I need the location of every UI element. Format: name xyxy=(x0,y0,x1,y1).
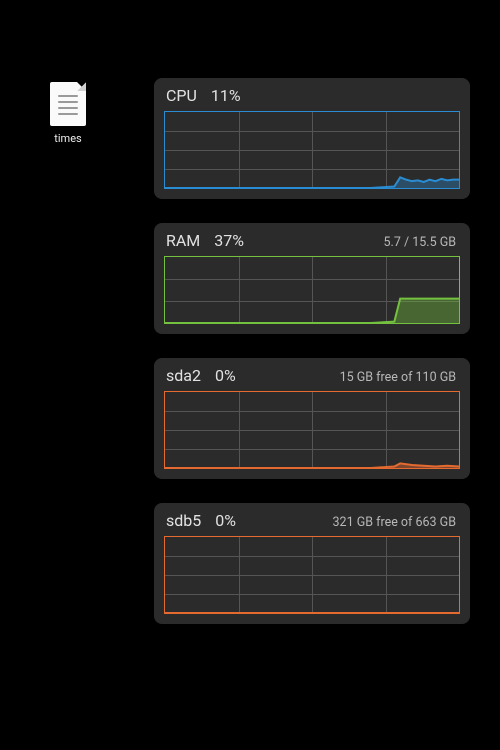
sda2-widget-detail: 15 GB free of 110 GB xyxy=(340,370,460,385)
sda2-widget-name: sda2 xyxy=(166,366,201,385)
cpu-widget-header: CPU 11% xyxy=(164,86,460,105)
ram-widget-value: 37% xyxy=(214,231,244,250)
sda2-chart xyxy=(164,391,460,469)
ram-widget-name: RAM xyxy=(166,231,200,250)
desktop-file-label: times xyxy=(54,132,81,145)
ram-chart-svg xyxy=(165,257,459,323)
cpu-widget-name: CPU xyxy=(166,86,197,105)
sdb5-widget[interactable]: sdb5 0% 321 GB free of 663 GB xyxy=(154,503,470,624)
sda2-widget-value: 0% xyxy=(215,366,236,385)
sdb5-chart-svg xyxy=(165,537,459,613)
cpu-chart-svg xyxy=(165,112,459,188)
sda2-widget-header: sda2 0% 15 GB free of 110 GB xyxy=(164,366,460,385)
system-monitor-widgets: CPU 11% RAM 37% 5.7 / 15.5 GB xyxy=(154,78,470,648)
sda2-widget[interactable]: sda2 0% 15 GB free of 110 GB xyxy=(154,358,470,479)
ram-chart xyxy=(164,256,460,324)
cpu-widget-value: 11% xyxy=(211,86,241,105)
sdb5-widget-name: sdb5 xyxy=(166,511,201,530)
ram-widget-header: RAM 37% 5.7 / 15.5 GB xyxy=(164,231,460,250)
desktop-file-icon[interactable]: times xyxy=(40,82,96,145)
text-file-icon xyxy=(50,82,86,126)
cpu-chart xyxy=(164,111,460,189)
cpu-widget[interactable]: CPU 11% xyxy=(154,78,470,199)
sdb5-widget-detail: 321 GB free of 663 GB xyxy=(333,515,460,530)
ram-widget[interactable]: RAM 37% 5.7 / 15.5 GB xyxy=(154,223,470,334)
sda2-chart-svg xyxy=(165,392,459,468)
sdb5-widget-header: sdb5 0% 321 GB free of 663 GB xyxy=(164,511,460,530)
sdb5-chart xyxy=(164,536,460,614)
sdb5-widget-value: 0% xyxy=(215,511,236,530)
ram-widget-detail: 5.7 / 15.5 GB xyxy=(384,235,460,250)
